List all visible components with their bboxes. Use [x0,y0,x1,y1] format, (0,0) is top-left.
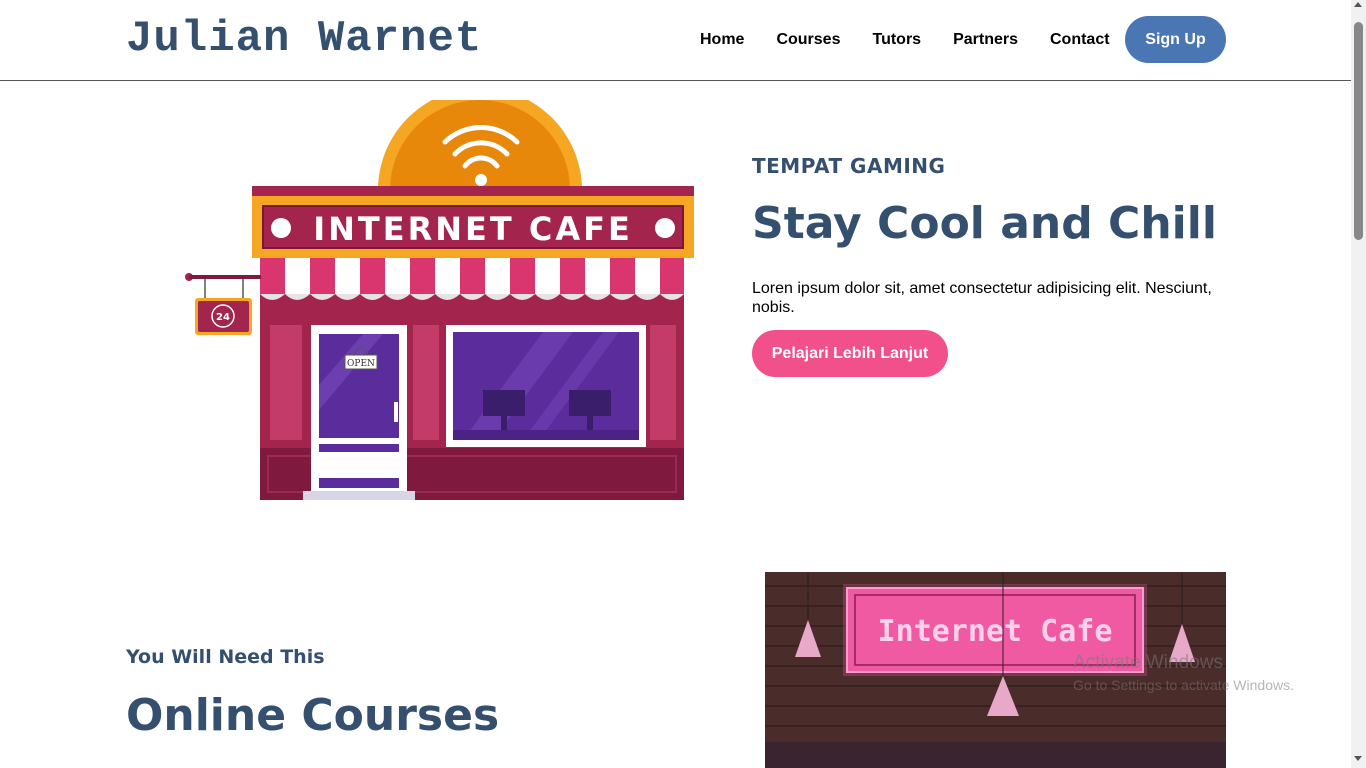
site-header: Julian Warnet Home Courses Tutors Partne… [0,0,1351,81]
hours-sign: 24 [185,273,261,335]
neon-sign-text: Internet Cafe [878,614,1113,649]
nav-tutors[interactable]: Tutors [872,31,921,49]
hero-description: Loren ipsum dolor sit, amet consectetur … [752,280,1212,316]
neon-cafe-photo: Internet Cafe [765,572,1226,768]
signup-button[interactable]: Sign Up [1125,16,1226,63]
awning [260,258,684,300]
nav-home[interactable]: Home [700,31,744,49]
scroll-up-arrow-icon[interactable] [1354,2,1362,7]
nav-partners[interactable]: Partners [953,31,1018,49]
learn-more-button[interactable]: Pelajari Lebih Lanjut [752,330,948,377]
cafe-sign-text: INTERNET CAFE [313,210,633,248]
main-nav: Home Courses Tutors Partners Contact [684,16,1126,63]
section-title: Online Courses [126,690,500,741]
nav-contact[interactable]: Contact [1050,31,1110,49]
scroll-thumb[interactable] [1354,22,1363,240]
brand-logo[interactable]: Julian Warnet [126,14,482,64]
nav-courses[interactable]: Courses [776,31,840,49]
scroll-down-arrow-icon[interactable] [1354,756,1362,761]
door: OPEN [303,325,415,500]
hero-title: Stay Cool and Chill [752,198,1217,249]
section-kicker: You Will Need This [126,646,325,668]
hours-sign-text: 24 [216,312,230,323]
vertical-scrollbar[interactable] [1351,0,1366,768]
hero-kicker: TEMPAT GAMING [752,154,946,178]
shop-window [446,325,646,447]
internet-cafe-illustration: INTERNET CAFE OPEN 24 [185,100,694,500]
open-sign-text: OPEN [347,359,375,369]
